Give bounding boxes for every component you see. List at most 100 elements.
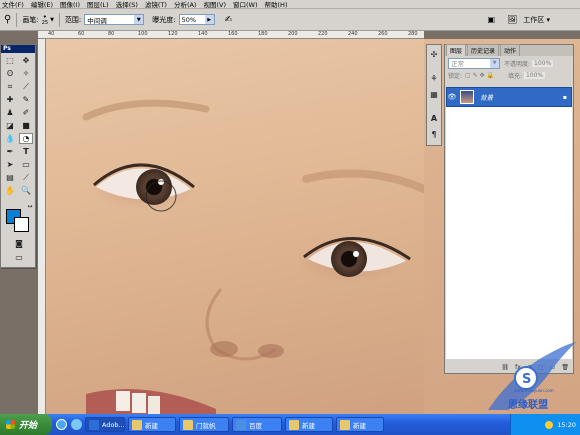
menu-filter[interactable]: 滤镜(T) [145, 0, 167, 9]
history-brush-tool-icon[interactable]: ✐ [19, 107, 33, 118]
taskbar-button-new-2[interactable]: 新建 [285, 417, 333, 432]
menu-window[interactable]: 窗口(W) [233, 0, 258, 9]
notes-tool-icon[interactable]: ▤ [3, 172, 17, 183]
taskbar-button-new-3[interactable]: 新建 [336, 417, 384, 432]
crop-tool-icon[interactable]: ⌗ [3, 81, 17, 92]
fill-value[interactable]: 100% [523, 71, 546, 79]
folder-icon [183, 420, 193, 430]
start-button[interactable]: 开始 [0, 414, 52, 435]
menu-view[interactable]: 视图(V) [203, 0, 226, 9]
lock-label: 锁定: [448, 72, 463, 80]
menu-analysis[interactable]: 分析(A) [174, 0, 197, 9]
range-select[interactable]: 中间调 ▼ [84, 14, 145, 25]
brushes-palette-icon[interactable]: ▣ [488, 15, 496, 24]
swatches-icon[interactable]: ⚘ [427, 73, 441, 84]
menu-edit[interactable]: 编辑(E) [31, 0, 53, 9]
ruler-number: 180 [258, 31, 268, 37]
type-tool-icon[interactable]: T [19, 146, 33, 157]
magic-wand-tool-icon[interactable]: ✧ [19, 68, 33, 79]
eraser-tool-icon[interactable]: ◪ [3, 120, 17, 131]
taskbar-label: 新建 [145, 421, 158, 430]
folder-icon [340, 420, 350, 430]
taskbar-button-new-1[interactable]: 新建 [128, 417, 176, 432]
taskbar: 开始 Adob... 新建 门就帆 百度 新建 新建 15:20 [0, 414, 580, 435]
brush-tool-icon[interactable]: ✎ [19, 94, 33, 105]
path-selection-tool-icon[interactable]: ➤ [3, 159, 17, 170]
move-tool-icon[interactable]: ✥ [19, 55, 33, 66]
taskbar-label: 新建 [302, 421, 315, 430]
layer-row-background[interactable]: 👁 背景 ▪ [446, 87, 572, 107]
layer-name[interactable]: 背景 [480, 92, 493, 102]
toolbox-header: Ps [1, 45, 35, 53]
zoom-tool-icon[interactable]: 🔍 [19, 185, 33, 196]
dodge-tool-icon[interactable]: ⚲ [4, 14, 11, 25]
blur-tool-icon[interactable]: 💧 [3, 133, 17, 144]
pen-tool-icon[interactable]: ✒ [3, 146, 17, 157]
hand-tool-icon[interactable]: ✋ [3, 185, 17, 196]
healing-brush-tool-icon[interactable]: ✚ [3, 94, 17, 105]
ruler-number: 140 [198, 31, 208, 37]
marquee-tool-icon[interactable]: ⬚ [3, 55, 17, 66]
opacity-value[interactable]: 100% [532, 59, 554, 67]
ruler-number: 120 [168, 31, 178, 37]
file-browser-icon[interactable]: 🖼 [507, 15, 517, 24]
styles-icon[interactable]: ▦ [427, 89, 441, 100]
watermark-url: www.missyuan.com [514, 388, 554, 393]
menu-bar: 文件(F) 编辑(E) 图像(I) 图层(L) 选择(S) 滤镜(T) 分析(A… [0, 0, 580, 9]
menu-layer[interactable]: 图层(L) [87, 0, 109, 9]
lock-row: 锁定: ▢ ✎ ✥ 🔒 填充: 100% [445, 70, 573, 80]
taskbar-button-baidu[interactable]: 百度 [232, 417, 282, 432]
slice-tool-icon[interactable]: ⟋ [19, 81, 33, 92]
eye-icon[interactable]: 👁 [447, 93, 457, 101]
workspace-menu[interactable]: 工作区 ▾ [523, 15, 550, 25]
swap-colors-icon[interactable]: ↔ [23, 201, 37, 212]
blend-mode-select[interactable]: 正常 ▼ [448, 57, 500, 69]
watermark-logo: S 思缘联盟 www.missyuan.com [478, 340, 578, 414]
gradient-tool-icon[interactable]: ■ [19, 120, 33, 131]
taskbar-label: 新建 [353, 421, 366, 430]
dodge-tool-icon[interactable]: ◔ [19, 133, 33, 144]
photoshop-icon [89, 420, 99, 430]
document-canvas[interactable] [46, 39, 424, 414]
start-label: 开始 [19, 421, 38, 431]
taskbar-label: Adob... [102, 420, 125, 429]
tray-icon[interactable] [545, 420, 554, 429]
layer-thumbnail [460, 90, 474, 104]
brush-size: 25 [41, 19, 49, 26]
lock-icons[interactable]: ▢ ✎ ✥ 🔒 [465, 72, 494, 79]
paragraph-icon[interactable]: ¶ [427, 129, 441, 140]
chevron-down-icon[interactable]: ▼ [50, 17, 54, 23]
clone-stamp-tool-icon[interactable]: ♟ [3, 107, 17, 118]
exposure-field[interactable]: 50% ▶ [178, 14, 215, 25]
layer-list [446, 107, 572, 359]
taskbar-button-folder[interactable]: 门就帆 [179, 417, 229, 432]
airbrush-icon[interactable]: ✍ [225, 15, 233, 25]
quick-mask-icon[interactable]: ◙ [12, 238, 26, 249]
tab-history[interactable]: 历史记录 [467, 44, 500, 56]
brush-preset-picker[interactable]: • 25 [41, 13, 49, 26]
divider [16, 12, 18, 27]
face-photo [82, 99, 424, 414]
menu-file[interactable]: 文件(F) [2, 0, 24, 9]
desktop-quicklaunch-icon[interactable] [71, 419, 82, 430]
eyedropper-tool-icon[interactable]: ⟋ [19, 172, 33, 183]
range-label: 范围: [64, 15, 82, 24]
brush-label: 画笔: [22, 15, 39, 24]
character-icon[interactable]: A [427, 113, 441, 124]
ruler-number: 200 [288, 31, 298, 37]
menu-help[interactable]: 帮助(H) [265, 0, 288, 9]
ie-quicklaunch-icon[interactable] [56, 419, 67, 430]
tab-layers[interactable]: 图层 [446, 44, 467, 56]
navigator-icon[interactable]: ✣ [427, 49, 441, 60]
menu-select[interactable]: 选择(S) [116, 0, 138, 9]
background-color-swatch[interactable] [14, 217, 29, 232]
exposure-value: 50% [181, 15, 197, 24]
menu-image[interactable]: 图像(I) [60, 0, 80, 9]
screen-mode-icon[interactable]: ▭ [12, 252, 26, 263]
lasso-tool-icon[interactable]: ʘ [3, 68, 17, 79]
ruler-number: 160 [228, 31, 238, 37]
taskbar-button-photoshop[interactable]: Adob... [85, 417, 125, 432]
tab-actions[interactable]: 动作 [500, 44, 521, 56]
watermark-text: 思缘联盟 [508, 400, 548, 411]
shape-tool-icon[interactable]: ▭ [19, 159, 33, 170]
